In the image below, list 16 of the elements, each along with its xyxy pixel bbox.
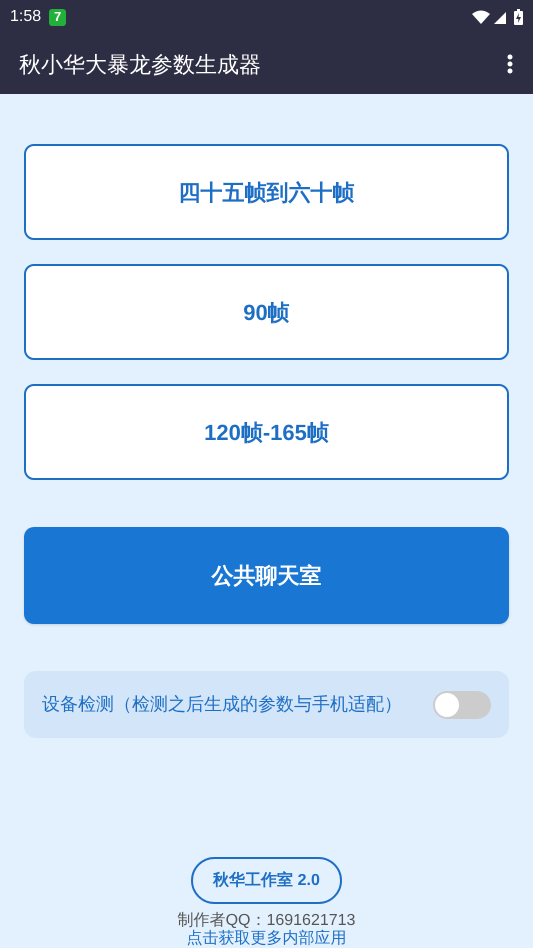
frame-rate-button[interactable]: 120帧-165帧 xyxy=(24,384,509,480)
battery-icon xyxy=(514,9,523,25)
frame-rate-button[interactable]: 90帧 xyxy=(24,264,509,360)
app-title: 秋小华大暴龙参数生成器 xyxy=(19,50,262,78)
signal-icon xyxy=(494,10,508,24)
more-apps-link[interactable]: 点击获取更多内部应用 xyxy=(186,930,346,948)
more-menu-icon[interactable] xyxy=(507,54,513,74)
studio-button[interactable]: 秋华工作室 2.0 xyxy=(191,857,342,904)
chat-room-button[interactable]: 公共聊天室 xyxy=(24,527,509,624)
device-check-label: 设备检测（检测之后生成的参数与手机适配） xyxy=(42,693,403,716)
author-qq-text: 制作者QQ：1691621713 xyxy=(178,912,356,930)
notification-badge: 7 xyxy=(49,8,66,26)
wifi-icon xyxy=(472,10,490,24)
frame-rate-button[interactable]: 四十五帧到六十帧 xyxy=(24,144,509,240)
toggle-switch[interactable] xyxy=(433,690,491,718)
status-time: 1:58 xyxy=(10,7,42,27)
